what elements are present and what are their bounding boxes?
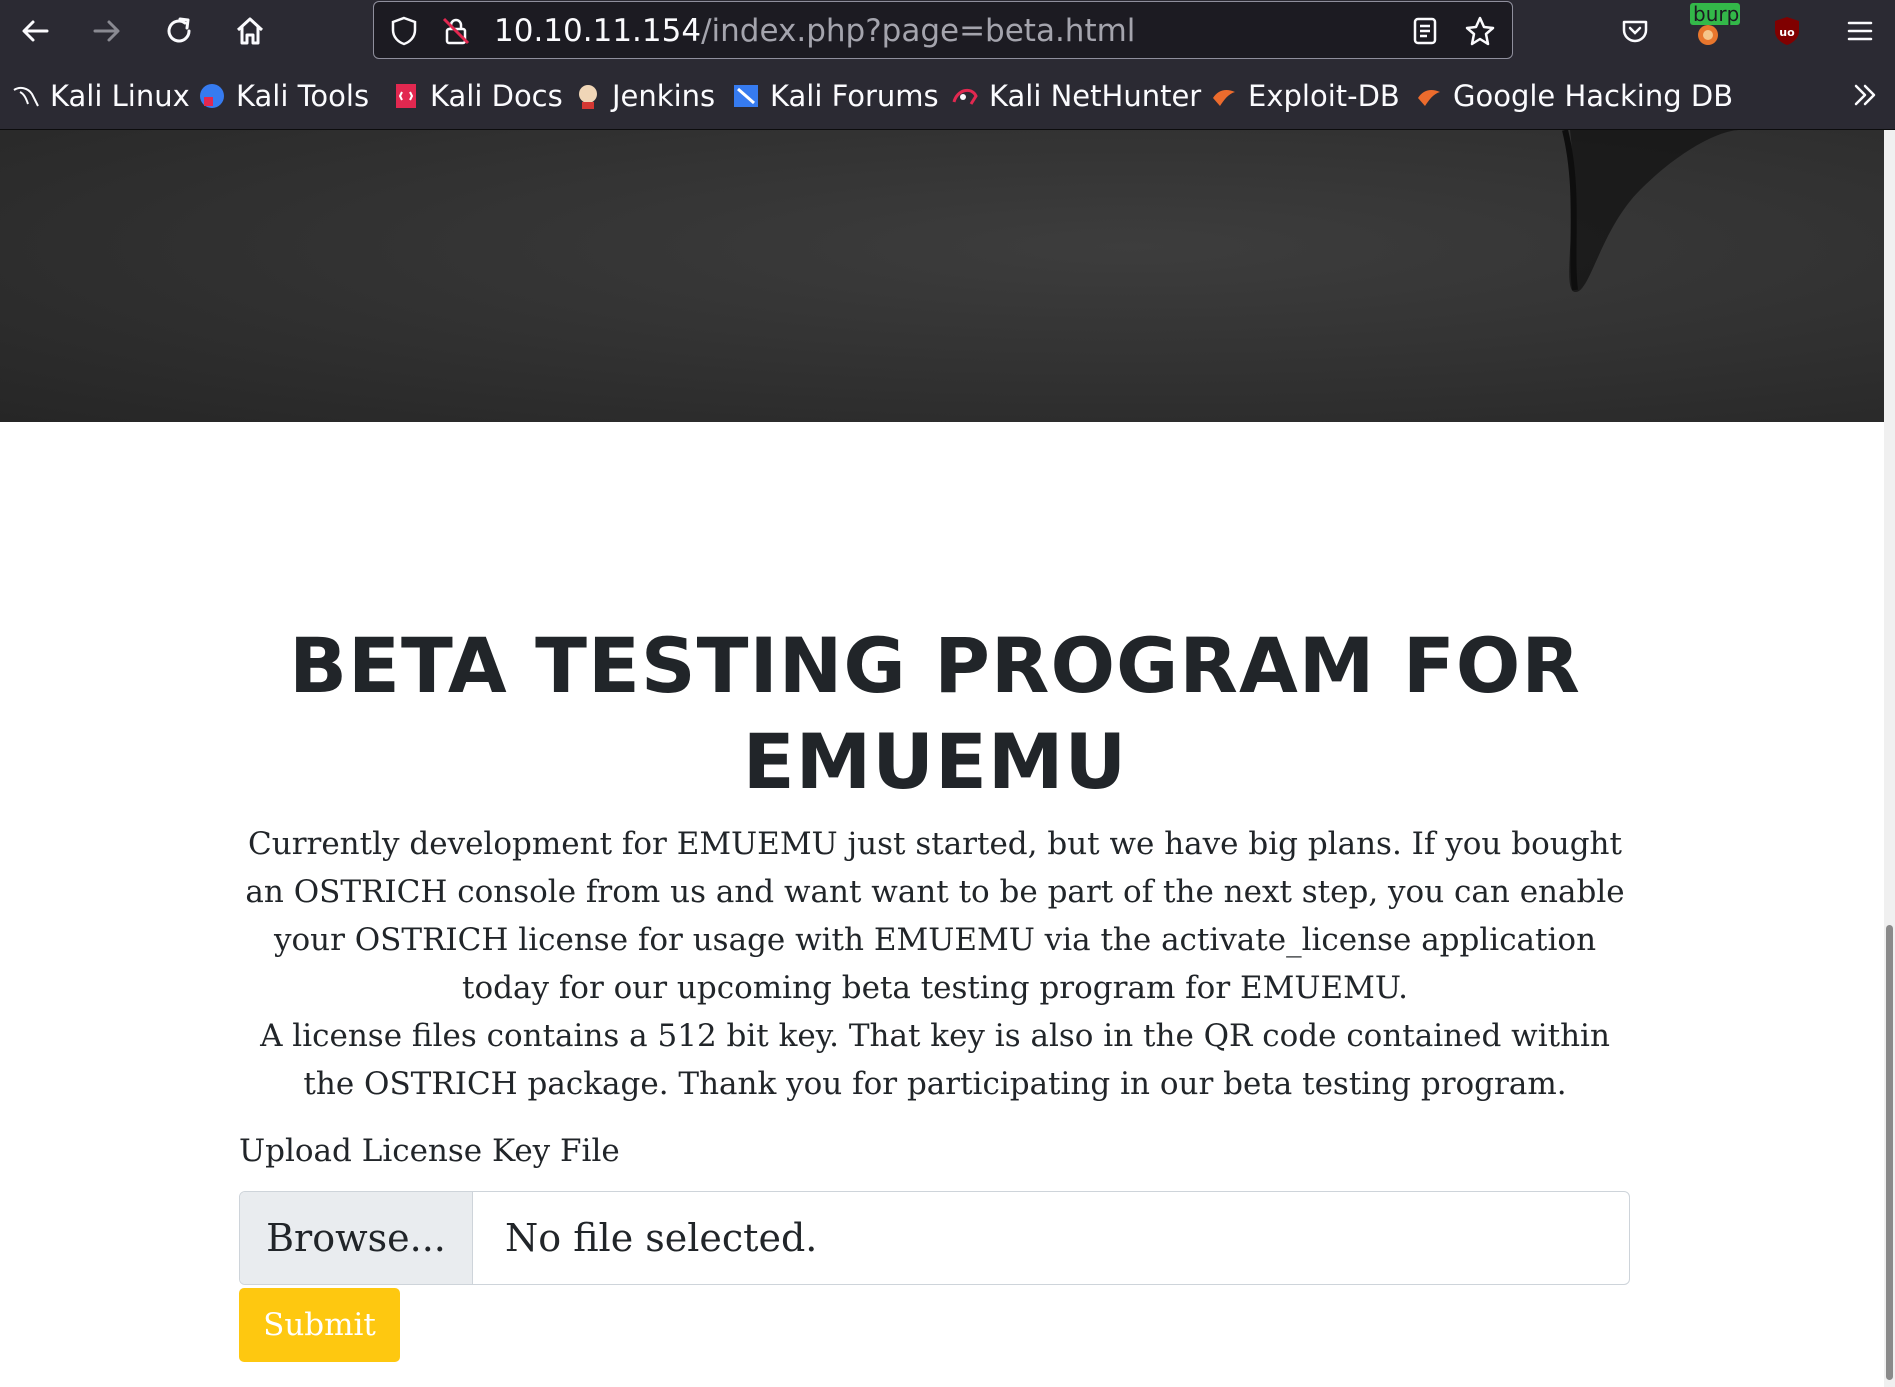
bookmark-label: Kali Forums [770,79,939,113]
home-button[interactable] [230,11,270,51]
shield-icon[interactable] [386,13,422,49]
chevron-double-right-icon [1854,84,1876,106]
ublock-button[interactable]: uo [1767,11,1807,51]
insecure-lock-icon[interactable] [438,13,474,49]
home-icon [236,17,264,45]
license-file-input[interactable]: Browse... No file selected. [239,1191,1630,1285]
bookmarks-overflow-button[interactable] [1845,75,1885,115]
ghdb-icon [1415,82,1443,110]
intro-paragraph: Currently development for EMUEMU just st… [245,826,1625,1006]
burp-badge: burp [1690,3,1740,25]
forward-arrow-icon [93,20,120,42]
submit-button[interactable]: Submit [239,1288,400,1362]
kali-dragon-icon [12,82,40,110]
url-path: /index.php?page=beta.html [701,13,1136,49]
bookmark-google-hacking-db[interactable]: Google Hacking DB [1415,77,1733,115]
bookmark-star-icon[interactable] [1462,13,1498,49]
bookmark-label: Jenkins [612,79,716,113]
url-host: 10.10.11.154 [494,13,702,49]
bookmarks-toolbar: Kali Linux Kali Tools Kali Docs Jenkins … [0,62,1895,130]
kali-forums-icon [732,82,760,110]
nethunter-icon [951,82,979,110]
bookmark-jenkins[interactable]: Jenkins [574,77,715,115]
hero-image [0,130,1884,422]
bookmark-kali-forums[interactable]: Kali Forums [732,77,939,115]
exploit-db-icon [1210,82,1238,110]
bookmark-label: Google Hacking DB [1453,79,1734,113]
reader-view-icon[interactable] [1407,13,1443,49]
bookmark-kali-nethunter[interactable]: Kali NetHunter [951,77,1201,115]
bookmark-label: Kali Linux [50,79,190,113]
pocket-icon [1622,20,1648,43]
url-text[interactable]: 10.10.11.154/index.php?page=beta.html [494,12,1135,50]
kali-tools-icon [198,82,226,110]
intro-text: Currently development for EMUEMU just st… [235,820,1635,1108]
bookmark-kali-docs[interactable]: Kali Docs [392,77,563,115]
kali-docs-icon [392,82,420,110]
reload-button[interactable] [159,11,199,51]
license-paragraph: A license files contains a 512 bit key. … [260,1018,1610,1102]
reload-icon [167,17,191,43]
bookmark-label: Kali NetHunter [989,79,1202,113]
bookmark-label: Exploit-DB [1248,79,1400,113]
browse-button[interactable]: Browse... [240,1192,473,1284]
bookmark-exploit-db[interactable]: Exploit-DB [1210,77,1400,115]
url-bar[interactable]: 10.10.11.154/index.php?page=beta.html [373,1,1513,59]
bookmark-label: Kali Tools [236,79,370,113]
pocket-button[interactable] [1615,11,1655,51]
jenkins-icon [574,82,602,110]
bookmark-kali-tools[interactable]: Kali Tools [198,77,369,115]
bookmark-kali-linux[interactable]: Kali Linux [12,77,190,115]
upload-label: Upload License Key File [239,1133,620,1169]
browser-toolbar: 10.10.11.154/index.php?page=beta.html bu… [0,0,1895,62]
file-status-text: No file selected. [505,1216,818,1260]
page-title: BETA TESTING PROGRAM FOR EMUEMU [289,621,1581,806]
bookmark-label: Kali Docs [430,79,563,113]
app-menu-button[interactable] [1840,11,1880,51]
forward-button[interactable] [87,11,127,51]
ublock-origin-icon: uo [1775,17,1799,45]
hamburger-menu-icon [1847,21,1873,41]
back-arrow-icon [22,20,49,42]
svg-text:uo: uo [1779,26,1795,39]
scrollbar-thumb[interactable] [1886,925,1893,1380]
back-button[interactable] [15,11,55,51]
